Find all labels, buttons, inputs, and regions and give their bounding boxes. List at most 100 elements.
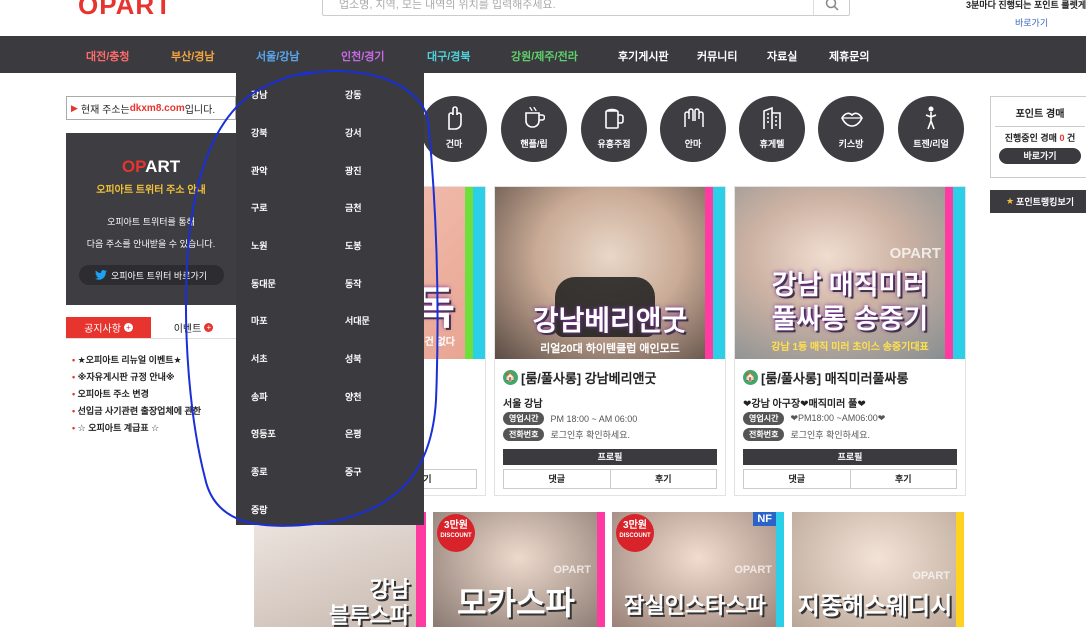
seoul-district-dropdown: 강남 강동 강북 강서 관악 광진 구로 금천 노원 도봉 동대문 동작 마포 … — [236, 73, 424, 525]
district-link[interactable]: 강동 — [345, 88, 362, 101]
nav-reviews[interactable]: 후기게시판 — [618, 48, 669, 64]
district-link[interactable]: 서대문 — [345, 314, 370, 327]
district-link[interactable]: 마포 — [251, 314, 268, 327]
building-icon — [763, 106, 781, 129]
nav-daegu[interactable]: 대구/경북 — [427, 48, 471, 64]
category-pub[interactable]: 유흥주점 — [581, 96, 647, 162]
banner[interactable]: 3만원 DISCOUNT NF OPART 잠실인스타스파 — [612, 512, 784, 627]
nav-gangwon[interactable]: 강원/제주/전라 — [511, 48, 578, 64]
district-link[interactable]: 강북 — [251, 126, 268, 139]
tab-notice[interactable]: 공지사항 + — [66, 317, 151, 338]
notice-item[interactable]: 오피아트 주소 변경 — [72, 386, 237, 403]
district-link[interactable]: 성북 — [345, 352, 362, 365]
main-nav: 대전/충청 부산/경남 서울/강남 인천/경기 대구/경북 강원/제주/전라 후… — [0, 36, 1086, 73]
banner[interactable]: 3만원 DISCOUNT OPART 모카스파 — [433, 512, 605, 627]
point-auction-button[interactable]: 바로가기 — [999, 148, 1081, 164]
district-link[interactable]: 노원 — [251, 239, 268, 252]
nav-incheon[interactable]: 인천/경기 — [341, 48, 385, 64]
listing-image-sub: 강남 1등 매직 미러 초이스 송중기대표 — [771, 342, 929, 353]
point-auction-count: 진행중인 경매 0 건 — [1004, 133, 1076, 143]
district-link[interactable]: 송파 — [251, 390, 268, 403]
watermark: OPART — [912, 570, 950, 582]
promo-text: 3분마다 진행되는 포인트 룰렛게임 — [966, 0, 1086, 10]
search-input[interactable]: 업소명, 지역, 모든 내역의 위치를 입력해주세요. — [323, 0, 813, 12]
listing-name[interactable]: 🏠 [룸/풀사롱] 강남베리앤굿 — [503, 368, 656, 387]
district-link[interactable]: 도봉 — [345, 239, 362, 252]
beer-icon — [605, 108, 624, 129]
district-link[interactable]: 관악 — [251, 164, 268, 177]
notice-tabs: 공지사항 + 이벤트 + — [66, 317, 236, 339]
nav-daejeon[interactable]: 대전/충청 — [86, 48, 130, 64]
search-icon — [825, 0, 839, 11]
notice-list: ★오피아트 리뉴얼 이벤트★ ※자유게시판 규정 안내※ 오피아트 주소 변경 … — [72, 352, 237, 437]
star-icon: ★ — [1005, 196, 1015, 206]
listing-name[interactable]: 🏠 [룸/풀사롱] 매직미러풀싸롱 — [743, 368, 908, 387]
point-ranking-button[interactable]: ★ 포인트랭킹보기 — [990, 190, 1086, 213]
listing-card[interactable]: OPART 강남 매직미러 풀싸롱 송중기 강남 1등 매직 미러 초이스 송중… — [734, 186, 966, 496]
district-link[interactable]: 금천 — [345, 201, 362, 214]
tab-event[interactable]: 이벤트 + — [151, 317, 236, 338]
nav-busan[interactable]: 부산/경남 — [171, 48, 215, 64]
category-hugetel[interactable]: 휴게텔 — [739, 96, 805, 162]
profile-button[interactable]: 프로필 — [503, 449, 717, 465]
district-link[interactable]: 동대문 — [251, 277, 276, 290]
category-kissbang[interactable]: 키스방 — [818, 96, 884, 162]
category-trans[interactable]: 트젠/리얼 — [898, 96, 964, 162]
nav-seoul[interactable]: 서울/강남 — [256, 48, 300, 64]
twitter-button[interactable]: 오피아트 트위터 바로가기 — [78, 265, 224, 285]
hands-icon — [684, 108, 704, 127]
district-link[interactable]: 강서 — [345, 126, 362, 139]
new-flag: NF — [753, 512, 776, 526]
banner[interactable]: 강남 블루스파 — [254, 512, 426, 627]
review-button[interactable]: 후기 — [609, 470, 717, 488]
district-link[interactable]: 구로 — [251, 201, 268, 214]
category-handple[interactable]: 핸플/립 — [501, 96, 567, 162]
discount-badge: 3만원 DISCOUNT — [437, 514, 475, 552]
twitter-title: 오피아트 트위터 주소 안내 — [96, 185, 206, 196]
comment-button[interactable]: 댓글 — [504, 470, 610, 488]
point-auction-widget: 포인트 경매 진행중인 경매 0 건 바로가기 — [990, 96, 1086, 178]
review-button[interactable]: 후기 — [849, 470, 957, 488]
listing-region: ❤강남 아구장❤매직미러 풀❤ — [743, 399, 866, 410]
comment-button[interactable]: 댓글 — [744, 470, 850, 488]
promo-link[interactable]: 바로가기 — [1015, 16, 1048, 29]
notice-item[interactable]: ※자유게시판 규정 안내※ — [72, 369, 237, 386]
district-link[interactable]: 강남 — [251, 88, 268, 101]
profile-button[interactable]: 프로필 — [743, 449, 957, 465]
listing-image[interactable]: OPART 강남 매직미러 풀싸롱 송중기 강남 1등 매직 미러 초이스 송중… — [735, 187, 965, 359]
address-domain[interactable]: dkxm8.com — [130, 103, 185, 114]
district-link[interactable]: 서초 — [251, 352, 268, 365]
notice-item[interactable]: 선입금 사기관련 출장업체에 관한 — [72, 403, 237, 420]
district-link[interactable]: 중구 — [345, 465, 362, 478]
banner-title: 지중해스웨디시 — [797, 593, 953, 620]
district-link[interactable]: 동작 — [345, 277, 362, 290]
site-logo[interactable]: OPART — [78, 0, 172, 21]
category-massage[interactable]: 안마 — [660, 96, 726, 162]
district-link[interactable]: 양천 — [345, 390, 362, 403]
watermark: OPART — [889, 245, 941, 262]
plus-circle-icon: + — [123, 323, 133, 332]
twitter-box: OPART 오피아트 트위터 주소 안내 오피아트 트위터를 통해 다음 주소를… — [66, 133, 236, 305]
banner[interactable]: OPART 지중해스웨디시 — [792, 512, 964, 627]
search-box[interactable]: 업소명, 지역, 모든 내역의 위치를 입력해주세요. — [322, 0, 850, 16]
notice-item[interactable]: ☆ 오피아트 계급표 ☆ — [72, 420, 237, 437]
listing-image[interactable]: 강남베리앤굿 리얼20대 하이텐클럽 애인모드 — [495, 187, 725, 359]
nav-partnership[interactable]: 제휴문의 — [829, 48, 869, 64]
search-button[interactable] — [813, 0, 849, 15]
banner-title: 모카스파 — [457, 585, 575, 621]
district-link[interactable]: 광진 — [345, 164, 362, 177]
district-link[interactable]: 중랑 — [251, 503, 268, 516]
banner-title: 잠실인스타스파 — [624, 593, 766, 618]
category-gunma[interactable]: 건마 — [421, 96, 487, 162]
listing-card[interactable]: 강남베리앤굿 리얼20대 하이텐클럽 애인모드 🏠 [룸/풀사롱] 강남베리앤굿 … — [494, 186, 726, 496]
district-link[interactable]: 은평 — [345, 427, 362, 440]
notice-item[interactable]: ★오피아트 리뉴얼 이벤트★ — [72, 352, 237, 369]
triangle-icon: ▶ — [71, 102, 78, 113]
shop-icon: 🏠 — [503, 370, 518, 385]
district-link[interactable]: 종로 — [251, 465, 268, 478]
nav-archive[interactable]: 자료실 — [767, 48, 797, 64]
figure-icon — [925, 106, 937, 130]
listing-hours: 영업시간 PM 18:00 ~ AM 06:00 — [503, 412, 637, 425]
nav-community[interactable]: 커뮤니티 — [697, 48, 737, 64]
district-link[interactable]: 영등포 — [251, 427, 276, 440]
